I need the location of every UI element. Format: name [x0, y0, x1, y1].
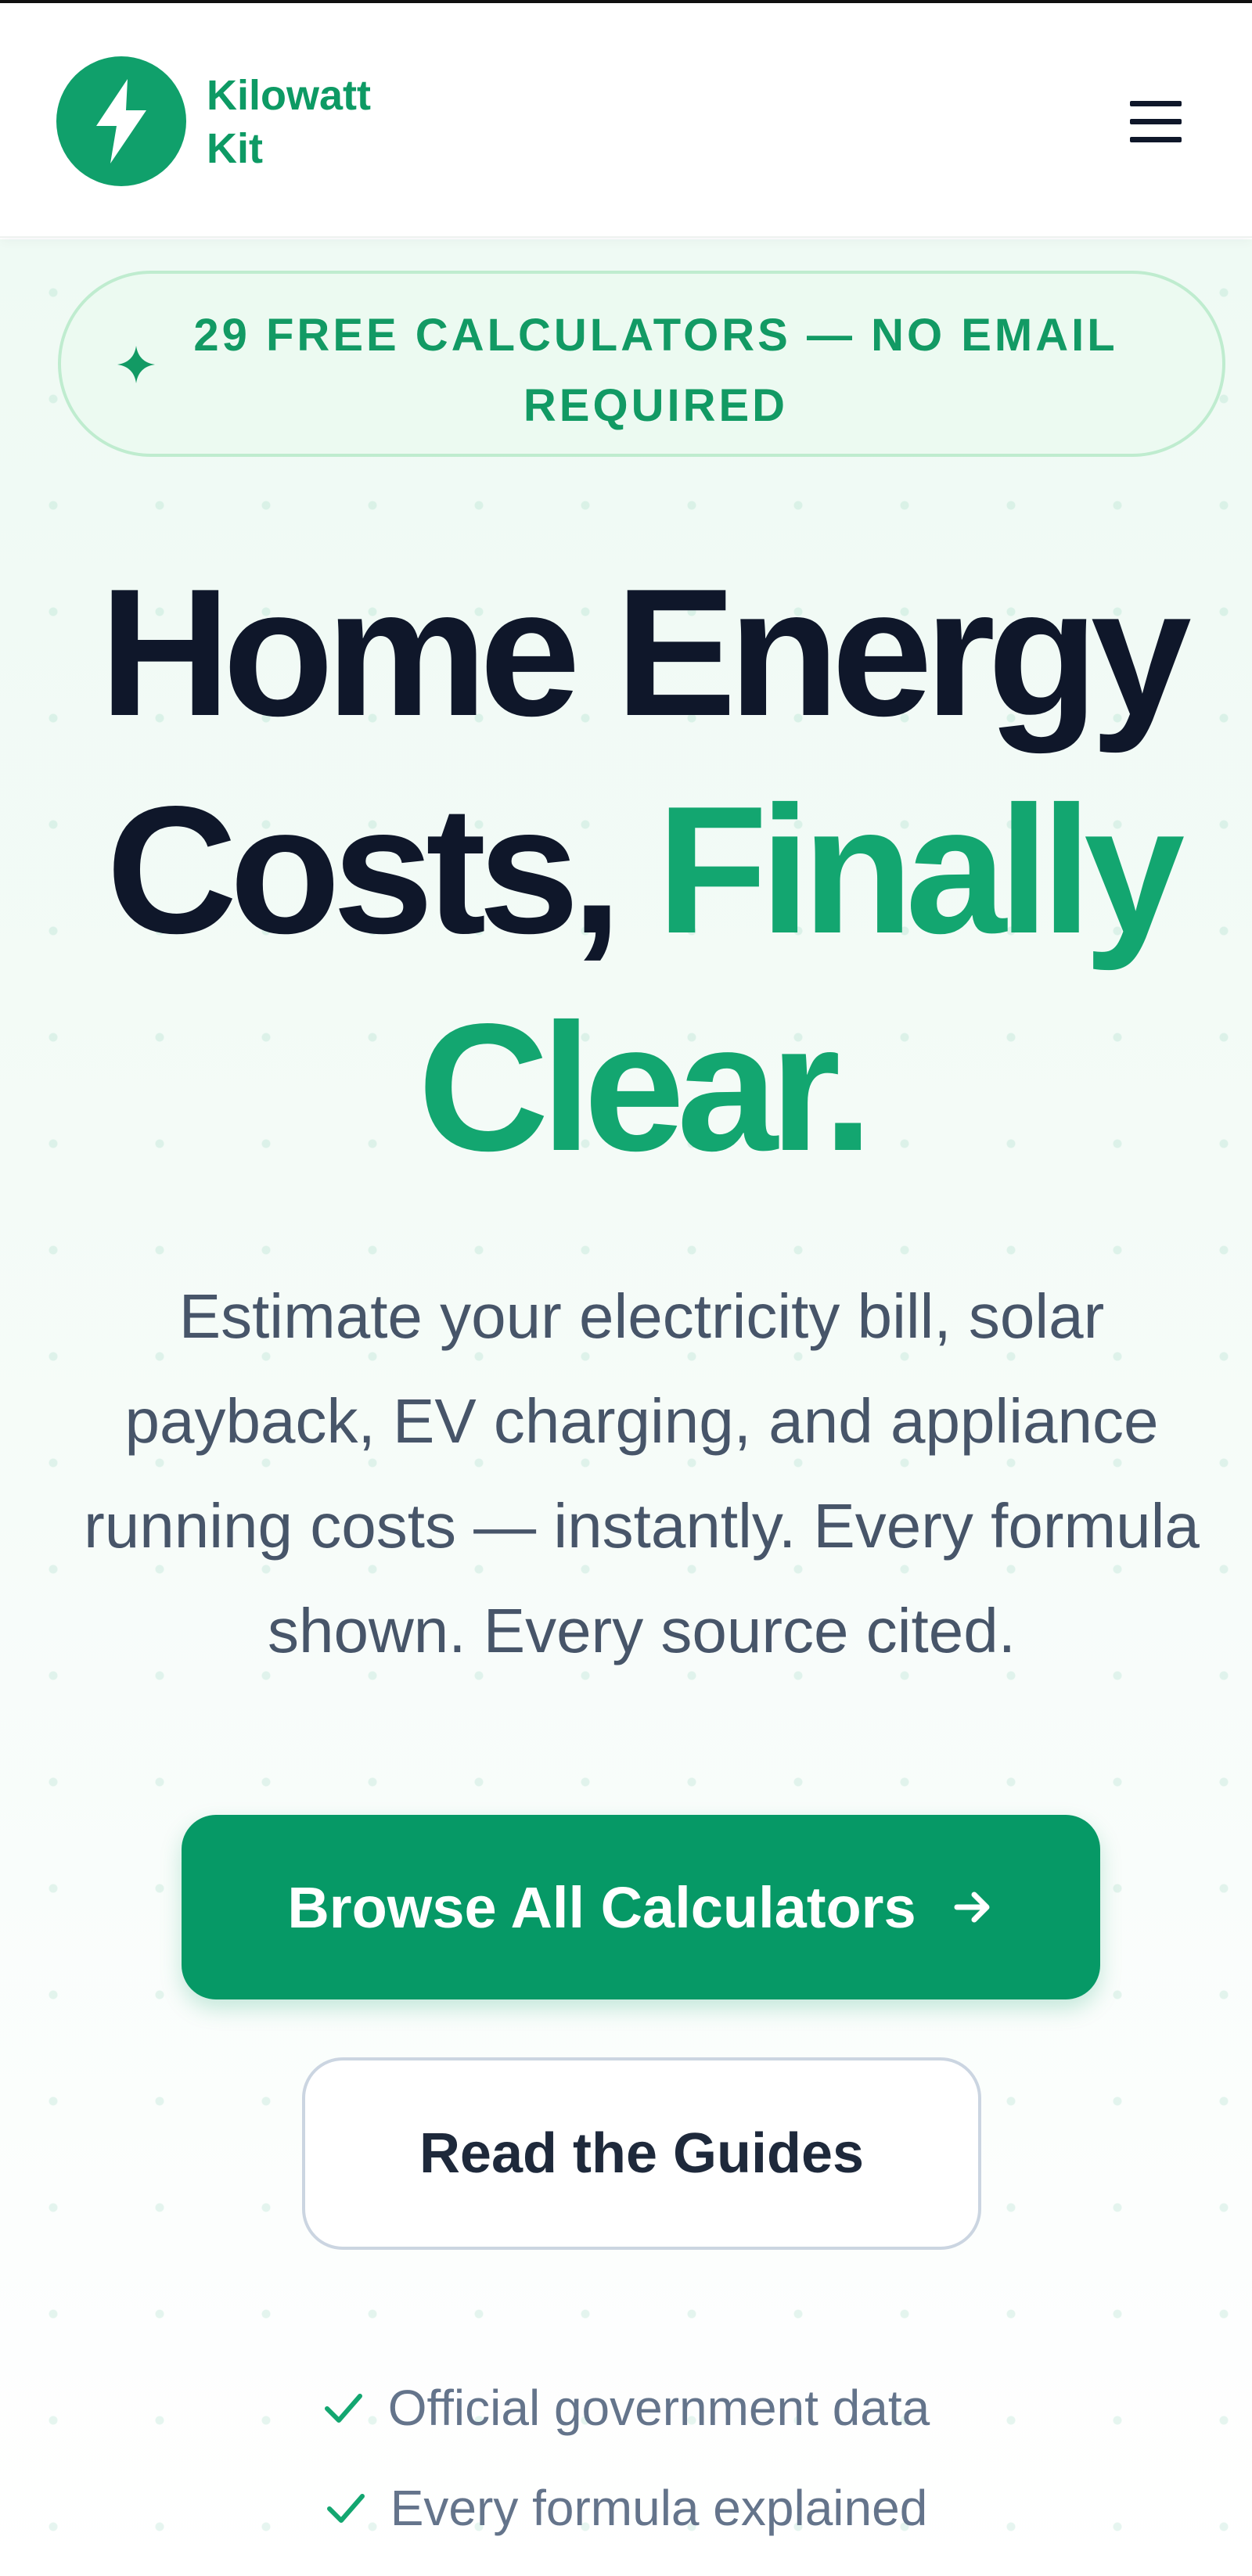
brand-line-2: Kit: [207, 125, 263, 172]
brand-name[interactable]: Kilowatt Kit: [207, 69, 371, 175]
site-header: Kilowatt Kit: [0, 3, 1252, 238]
hero-subtext: Estimate your electricity bill, solar pa…: [84, 1281, 1200, 1665]
brand-line-1: Kilowatt: [207, 72, 371, 119]
free-calculators-badge: 29 FREE CALCULATORS — NO EMAIL REQUIRED: [58, 271, 1225, 457]
arrow-right-icon: [954, 1892, 990, 1923]
list-item: Official government data: [0, 2358, 1252, 2458]
check-label: Every formula explained: [390, 2480, 928, 2536]
list-item: Every formula explained: [0, 2458, 1252, 2558]
trust-checklist: Official government data Every formula e…: [0, 2358, 1252, 2558]
lightning-bolt-icon[interactable]: [56, 56, 186, 186]
checkmark-icon: [324, 2394, 362, 2423]
hamburger-menu-icon[interactable]: [1124, 89, 1188, 153]
browse-calculators-label: Browse All Calculators: [287, 1874, 916, 1940]
checkmark-icon: [326, 2494, 365, 2523]
sparkle-icon: [117, 346, 155, 383]
read-guides-button[interactable]: Read the Guides: [302, 2057, 981, 2250]
read-guides-label: Read the Guides: [419, 2122, 865, 2185]
browse-calculators-button[interactable]: Browse All Calculators: [182, 1815, 1100, 1999]
badge-text: 29 FREE CALCULATORS — NO EMAIL REQUIRED: [193, 310, 1118, 431]
hero-section: 29 FREE CALCULATORS — NO EMAIL REQUIRED …: [0, 239, 1252, 2576]
hero-headline: Home Energy Costs, Finally Clear.: [47, 544, 1236, 1197]
page: Kilowatt Kit 29 FREE CALCULATORS — NO EM…: [0, 0, 1252, 2576]
check-label: Official government data: [387, 2380, 930, 2436]
